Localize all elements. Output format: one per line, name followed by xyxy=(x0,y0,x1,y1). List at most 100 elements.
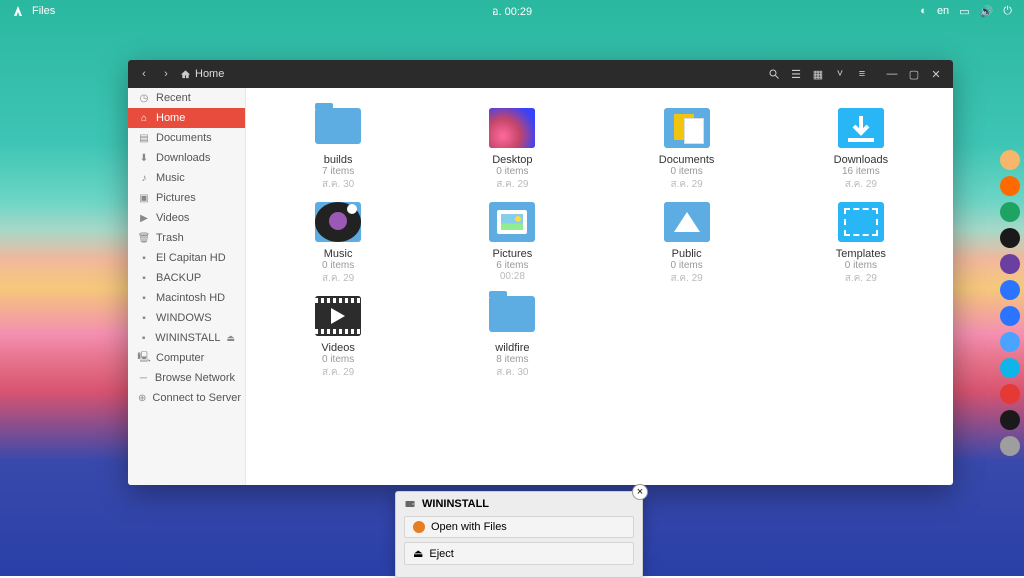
conn-icon: ⊕ xyxy=(138,392,146,404)
dock-app-11[interactable] xyxy=(1000,436,1020,456)
drive-icon: ▪ xyxy=(138,252,150,264)
sidebar-item-label: Videos xyxy=(156,212,189,224)
back-button[interactable]: ‹ xyxy=(134,64,154,84)
sidebar-item-downloads[interactable]: ⬇Downloads xyxy=(128,148,245,168)
sidebar-item-label: Pictures xyxy=(156,192,196,204)
distro-logo-icon[interactable] xyxy=(12,5,24,17)
eject-icon[interactable]: ⏏ xyxy=(226,333,235,344)
mount-notification: × WININSTALL Open with Files ⏏ Eject xyxy=(395,491,643,578)
sidebar-item-label: Downloads xyxy=(156,152,210,164)
sidebar-item-wininstall[interactable]: ▪WININSTALL⏏ xyxy=(128,328,245,348)
eject-button[interactable]: ⏏ Eject xyxy=(404,542,634,565)
folder-icon xyxy=(664,202,710,242)
sidebar-item-windows[interactable]: ▪WINDOWS xyxy=(128,308,245,328)
folder-pictures[interactable]: Pictures 6 items 00:28 xyxy=(430,202,594,286)
sidebar-item-trash[interactable]: 🗑Trash xyxy=(128,228,245,248)
folder-music[interactable]: Music 0 items ส.ค. 29 xyxy=(256,202,420,286)
folder-templates[interactable]: Templates 0 items ส.ค. 29 xyxy=(779,202,943,286)
dock-app-5[interactable] xyxy=(1000,280,1020,300)
sidebar-item-recent[interactable]: ◷Recent xyxy=(128,88,245,108)
dock-app-4[interactable] xyxy=(1000,254,1020,274)
sidebar-item-label: Browse Network xyxy=(155,372,235,384)
clock[interactable]: อ. 00:29 xyxy=(492,2,532,20)
sidebar-item-label: Macintosh HD xyxy=(156,292,225,304)
open-with-files-button[interactable]: Open with Files xyxy=(404,516,634,538)
folder-date: ส.ค. 29 xyxy=(845,271,877,286)
folder-date: ส.ค. 30 xyxy=(496,365,528,380)
sidebar-item-videos[interactable]: ▶Videos xyxy=(128,208,245,228)
folder-wildfire[interactable]: wildfire 8 items ส.ค. 30 xyxy=(430,296,594,380)
folder-downloads[interactable]: Downloads 16 items ส.ค. 29 xyxy=(779,108,943,192)
trash-icon: 🗑 xyxy=(138,232,150,244)
dock-app-1[interactable] xyxy=(1000,176,1020,196)
sidebar-item-home[interactable]: ⌂ Home xyxy=(128,108,245,128)
dock-app-10[interactable] xyxy=(1000,410,1020,430)
folder-icon xyxy=(838,108,884,148)
folder-name: Pictures xyxy=(493,248,533,260)
folder-item-count: 0 items xyxy=(671,260,703,271)
folder-item-count: 0 items xyxy=(671,166,703,177)
maximize-button[interactable]: ▢ xyxy=(905,65,923,83)
folder-videos[interactable]: Videos 0 items ส.ค. 29 xyxy=(256,296,420,380)
net-icon: ─ xyxy=(138,372,149,384)
notification-close-button[interactable]: × xyxy=(632,484,648,500)
app-name[interactable]: Files xyxy=(32,5,55,17)
sidebar-item-macintosh-hd[interactable]: ▪Macintosh HD xyxy=(128,288,245,308)
view-list-button[interactable]: ☰ xyxy=(787,65,805,83)
location-breadcrumb[interactable]: Home xyxy=(180,68,224,80)
sidebar: ◷Recent ⌂ Home ▤Documents⬇Downloads♪Music ▣ P… xyxy=(128,88,246,485)
search-button[interactable] xyxy=(765,65,783,83)
minimize-button[interactable]: — xyxy=(883,65,901,83)
folder-icon xyxy=(315,296,361,336)
view-dropdown-button[interactable]: ˅ xyxy=(831,65,849,83)
volume-icon[interactable]: 🔊 xyxy=(980,5,994,18)
folder-name: Desktop xyxy=(492,154,532,166)
sidebar-item-browse-network[interactable]: ─ Browse Network xyxy=(128,368,245,388)
notification-title: WININSTALL xyxy=(422,498,489,510)
dock-app-0[interactable] xyxy=(1000,150,1020,170)
folder-item-count: 7 items xyxy=(322,166,354,177)
folder-documents[interactable]: Documents 0 items ส.ค. 29 xyxy=(605,108,769,192)
dock-app-3[interactable] xyxy=(1000,228,1020,248)
sidebar-item-connect-to-server[interactable]: ⊕Connect to Server xyxy=(128,388,245,408)
music-icon: ♪ xyxy=(138,172,150,184)
dock-app-2[interactable] xyxy=(1000,202,1020,222)
drive-icon xyxy=(404,498,416,510)
power-icon[interactable]: ⏻ xyxy=(1003,5,1012,18)
sidebar-item-documents[interactable]: ▤Documents xyxy=(128,128,245,148)
sidebar-item-pictures[interactable]: ▣ Pictures xyxy=(128,188,245,208)
folder-item-count: 16 items xyxy=(842,166,880,177)
sidebar-item-music[interactable]: ♪Music xyxy=(128,168,245,188)
home-icon: ⌂ xyxy=(138,112,150,124)
folder-date: ส.ค. 30 xyxy=(322,177,354,192)
hamburger-menu-button[interactable]: ≡ xyxy=(853,65,871,83)
folder-name: Documents xyxy=(659,154,715,166)
close-button[interactable]: ✕ xyxy=(927,65,945,83)
folder-public[interactable]: Public 0 items ส.ค. 29 xyxy=(605,202,769,286)
sidebar-item-backup[interactable]: ▪BACKUP xyxy=(128,268,245,288)
content-area[interactable]: builds 7 items ส.ค. 30 Desktop 0 items ส… xyxy=(246,88,953,485)
sidebar-item-label: Recent xyxy=(156,92,191,104)
sidebar-item-label: BACKUP xyxy=(156,272,201,284)
sidebar-item-el-capitan-hd[interactable]: ▪El Capitan HD xyxy=(128,248,245,268)
sidebar-item-computer[interactable]: 🖳Computer xyxy=(128,348,245,368)
dock-app-7[interactable] xyxy=(1000,332,1020,352)
keyboard-lang[interactable]: en xyxy=(937,5,949,17)
screen-icon[interactable]: ▭ xyxy=(959,5,969,18)
folder-icon xyxy=(315,108,361,148)
dock-app-8[interactable] xyxy=(1000,358,1020,378)
pic-icon: ▣ xyxy=(138,192,150,204)
view-grid-button[interactable]: ▦ xyxy=(809,65,827,83)
sidebar-item-label: WININSTALL xyxy=(155,332,220,344)
folder-date: ส.ค. 29 xyxy=(845,177,877,192)
folder-name: Public xyxy=(672,248,702,260)
dock-app-6[interactable] xyxy=(1000,306,1020,326)
comp-icon: 🖳 xyxy=(138,352,150,364)
status-indicator-icon[interactable]: ◐ xyxy=(920,5,927,17)
folder-icon xyxy=(664,108,710,148)
dock-app-9[interactable] xyxy=(1000,384,1020,404)
folder-desktop[interactable]: Desktop 0 items ส.ค. 29 xyxy=(430,108,594,192)
forward-button[interactable]: › xyxy=(156,64,176,84)
folder-builds[interactable]: builds 7 items ส.ค. 30 xyxy=(256,108,420,192)
sidebar-item-label: Home xyxy=(156,112,185,124)
